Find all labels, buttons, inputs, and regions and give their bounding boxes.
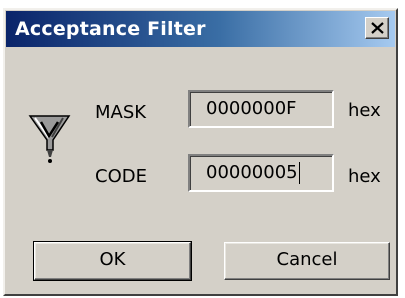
acceptance-filter-dialog: Acceptance Filter MASK 0000000F hex CODE… bbox=[3, 8, 398, 296]
text-caret bbox=[298, 162, 300, 184]
cancel-button[interactable]: Cancel bbox=[224, 242, 390, 280]
code-unit-label: hex bbox=[348, 166, 381, 187]
ok-button[interactable]: OK bbox=[33, 241, 192, 281]
close-icon bbox=[371, 22, 384, 34]
code-value: 00000005 bbox=[206, 162, 298, 183]
window-title: Acceptance Filter bbox=[15, 18, 206, 40]
mask-unit-label: hex bbox=[348, 100, 381, 121]
title-bar[interactable]: Acceptance Filter bbox=[6, 11, 395, 47]
code-label: CODE bbox=[95, 166, 147, 187]
close-button[interactable] bbox=[365, 17, 389, 39]
mask-value: 0000000F bbox=[206, 98, 297, 119]
mask-input[interactable]: 0000000F bbox=[188, 90, 334, 128]
mask-label: MASK bbox=[95, 102, 147, 123]
funnel-filter-icon bbox=[27, 110, 73, 170]
code-input[interactable]: 00000005 bbox=[188, 154, 334, 192]
